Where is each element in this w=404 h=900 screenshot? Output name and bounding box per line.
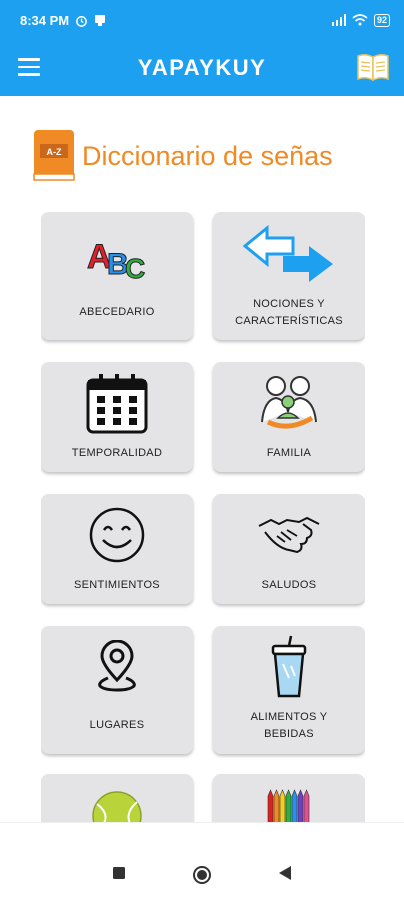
category-label: NOCIONES Y CARACTERÍSTICAS	[217, 296, 361, 330]
category-card-temporalidad[interactable]: TEMPORALIDAD	[41, 362, 193, 472]
category-card-colores[interactable]	[213, 774, 365, 822]
category-label-line: CARACTERÍSTICAS	[235, 315, 343, 327]
svg-text:C: C	[125, 253, 145, 280]
category-card-saludos[interactable]: SALUDOS	[213, 494, 365, 604]
dictionary-header: A-Z Diccionario de señas	[30, 128, 390, 184]
back-triangle-icon[interactable]	[279, 866, 291, 880]
category-label: ABECEDARIO	[79, 306, 155, 318]
abc-letters-icon: A B C	[41, 234, 193, 281]
arrows-exchange-icon	[213, 224, 365, 286]
handshake-icon	[213, 512, 365, 556]
system-nav-bar	[0, 822, 404, 900]
category-label: SENTIMIENTOS	[74, 579, 160, 591]
battery-indicator: 92	[373, 13, 390, 27]
location-pin-icon	[41, 640, 193, 694]
category-label-line: BEBIDAS	[264, 728, 314, 740]
crayons-icon	[213, 786, 365, 822]
menu-icon[interactable]	[18, 58, 40, 78]
status-time: 8:34 PM	[20, 12, 70, 28]
calendar-icon	[41, 372, 193, 434]
category-label: LUGARES	[89, 719, 145, 731]
wifi-icon	[352, 14, 368, 26]
status-bar: 8:34 PM 92	[0, 0, 404, 40]
app-title: YAPAYKUY	[137, 55, 267, 80]
app-bar: YAPAYKUY	[0, 40, 404, 96]
category-label-line: NOCIONES Y	[253, 298, 325, 310]
signal-icon	[331, 14, 346, 26]
category-card-familia[interactable]: FAMILIA	[213, 362, 365, 472]
home-circle-icon[interactable]	[192, 865, 212, 885]
category-card-alimentos[interactable]: ALIMENTOS Y BEBIDAS	[213, 626, 365, 754]
category-card-abecedario[interactable]: A B C ABECEDARIO	[41, 212, 193, 340]
drink-cup-icon	[213, 634, 365, 700]
status-left: 8:34 PM	[20, 13, 106, 28]
family-icon	[213, 372, 365, 434]
smiley-icon	[41, 506, 193, 564]
status-right: 92	[331, 13, 390, 27]
category-card-deportes[interactable]	[41, 774, 193, 822]
category-card-lugares[interactable]: LUGARES	[41, 626, 193, 754]
page-title: Diccionario de señas	[82, 140, 333, 171]
category-card-nociones[interactable]: NOCIONES Y CARACTERÍSTICAS	[213, 212, 365, 340]
alarm-icon	[76, 15, 88, 27]
book-icon-text: A-Z	[47, 147, 62, 157]
notification-icon	[95, 14, 106, 26]
category-label-line: ALIMENTOS Y	[250, 711, 328, 723]
dictionary-book-icon: A-Z	[33, 130, 75, 181]
category-grid: A B C ABECEDARIO NOCIONES Y CARACTERÍSTI…	[41, 212, 365, 822]
category-label: SALUDOS	[261, 579, 317, 591]
tennis-ball-icon	[41, 790, 193, 822]
category-label: TEMPORALIDAD	[71, 447, 163, 459]
category-label: ALIMENTOS Y BEBIDAS	[217, 709, 361, 743]
open-book-icon[interactable]	[356, 52, 390, 82]
category-label: FAMILIA	[266, 447, 312, 459]
category-card-sentimientos[interactable]: SENTIMIENTOS	[41, 494, 193, 604]
recents-square-icon[interactable]	[113, 867, 125, 879]
